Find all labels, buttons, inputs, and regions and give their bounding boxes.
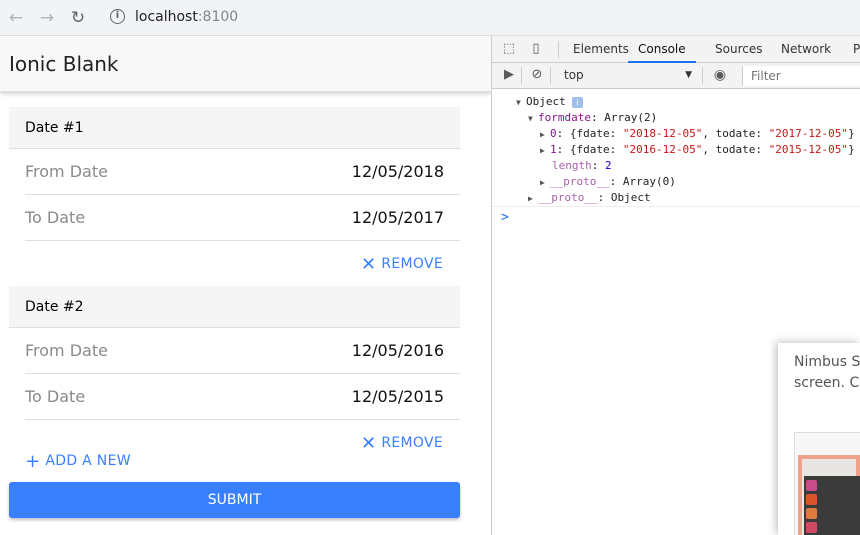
toolbar-divider <box>558 41 559 58</box>
from-date-label: From Date <box>25 162 108 181</box>
date-card-1: Date #1 From Date 12/05/2018 To Date 12/… <box>9 107 460 286</box>
remove-label: REMOVE <box>381 435 443 451</box>
to-date-label: To Date <box>25 387 86 406</box>
nimbus-popup[interactable]: Nimbus Sc screen. Ch <box>778 343 860 535</box>
eye-icon[interactable]: ◉ <box>712 67 728 83</box>
address-bar[interactable]: localhost:8100 <box>135 9 238 25</box>
console-length-line: length: 2 <box>552 159 612 172</box>
console-item-0[interactable]: ▶ 0: {fdate: "2018-12-05", todate: "2017-… <box>540 126 855 142</box>
site-info-icon[interactable]: i <box>110 9 125 24</box>
sidebar-toggle-icon[interactable]: ▶ <box>501 67 517 83</box>
from-date-field[interactable]: From Date 12/05/2018 <box>25 149 460 195</box>
tab-sources[interactable]: Sources <box>715 36 762 63</box>
app-tile-icon <box>806 522 817 533</box>
console-formdate-line[interactable]: ▼ formdate: Array(2) <box>528 110 657 126</box>
date-card-heading: Date #1 <box>9 107 460 149</box>
app-tile-icon <box>806 494 817 505</box>
console-proto-array-line[interactable]: ▶ __proto__: Array(0) <box>540 174 676 190</box>
to-date-label: To Date <box>25 208 86 227</box>
to-date-field[interactable]: To Date 12/05/2017 <box>25 195 460 241</box>
tab-console[interactable]: Console <box>628 36 696 63</box>
context-select[interactable]: top ▼ <box>556 66 696 85</box>
console-object-line[interactable]: ▼ Object i <box>516 94 583 110</box>
console-proto-object-line[interactable]: ▶ __proto__: Object <box>528 190 651 206</box>
console-filter-input[interactable] <box>742 66 860 86</box>
url-host: localhost <box>135 9 198 25</box>
add-new-button[interactable]: + ADD A NEW <box>25 451 131 472</box>
to-date-value[interactable]: 12/05/2017 <box>352 208 444 227</box>
tab-elements[interactable]: Elements <box>573 36 629 63</box>
collapse-triangle-icon[interactable]: ▶ <box>540 143 550 159</box>
devtools-tabbar: ⬚ ▯ Elements Console Sources Network Pe <box>492 36 860 63</box>
to-date-value[interactable]: 12/05/2015 <box>352 387 444 406</box>
context-value: top <box>564 68 584 82</box>
close-icon: ✕ <box>360 433 377 454</box>
page-title: Ionic Blank <box>9 52 119 76</box>
back-icon[interactable]: ← <box>6 8 26 28</box>
plus-icon: + <box>25 451 41 472</box>
collapse-triangle-icon[interactable]: ▶ <box>540 127 550 143</box>
submit-button[interactable]: SUBMIT <box>9 482 460 518</box>
nimbus-line-2: screen. Ch <box>794 375 860 391</box>
url-port: :8100 <box>197 9 239 25</box>
nimbus-line-1: Nimbus Sc <box>794 354 860 370</box>
forward-icon[interactable]: → <box>37 8 57 28</box>
console-divider <box>492 206 860 207</box>
collapse-triangle-icon[interactable]: ▶ <box>528 191 538 207</box>
dropdown-arrow-icon: ▼ <box>685 70 692 80</box>
nimbus-text: Nimbus Sc screen. Ch <box>794 352 860 394</box>
from-date-value[interactable]: 12/05/2016 <box>352 341 444 360</box>
date-card-2: Date #2 From Date 12/05/2016 To Date 12/… <box>9 286 460 465</box>
toolbar-divider <box>702 67 703 84</box>
console-prompt[interactable]: > <box>501 210 509 225</box>
tab-network[interactable]: Network <box>781 36 831 63</box>
browser-toolbar: ← → ↻ i localhost:8100 <box>0 0 860 36</box>
inspect-element-icon[interactable]: ⬚ <box>501 41 517 57</box>
to-date-field[interactable]: To Date 12/05/2015 <box>25 374 460 420</box>
date-card-heading: Date #2 <box>9 286 460 328</box>
from-date-field[interactable]: From Date 12/05/2016 <box>25 328 460 374</box>
app-tile-icon <box>806 508 817 519</box>
from-date-label: From Date <box>25 341 108 360</box>
reload-icon[interactable]: ↻ <box>68 8 88 28</box>
remove-button[interactable]: ✕ REMOVE <box>361 433 443 454</box>
nimbus-window-preview <box>804 476 860 535</box>
device-toolbar-icon[interactable]: ▯ <box>528 41 544 57</box>
app-header: Ionic Blank <box>0 36 491 92</box>
ionic-app: Ionic Blank Date #1 From Date 12/05/2018… <box>0 36 491 535</box>
expand-triangle-icon[interactable]: ▼ <box>516 95 526 111</box>
toolbar-divider <box>550 67 551 84</box>
tab-performance[interactable]: Pe <box>853 36 860 63</box>
collapse-triangle-icon[interactable]: ▶ <box>540 175 550 191</box>
from-date-value[interactable]: 12/05/2018 <box>352 162 444 181</box>
console-item-1[interactable]: ▶ 1: {fdate: "2016-12-05", todate: "2015-… <box>540 142 855 158</box>
remove-button[interactable]: ✕ REMOVE <box>361 254 443 275</box>
app-tile-icon <box>806 480 817 491</box>
card-actions: ✕ REMOVE <box>9 241 460 286</box>
remove-label: REMOVE <box>381 256 443 272</box>
console-filterbar: ▶ ⊘ top ▼ ◉ <box>492 63 860 89</box>
add-new-label: ADD A NEW <box>45 453 131 469</box>
expand-triangle-icon[interactable]: ▼ <box>528 111 538 127</box>
info-badge-icon: i <box>571 97 583 108</box>
clear-console-icon[interactable]: ⊘ <box>529 67 545 83</box>
toolbar-divider <box>521 67 522 84</box>
close-icon: ✕ <box>360 254 377 275</box>
